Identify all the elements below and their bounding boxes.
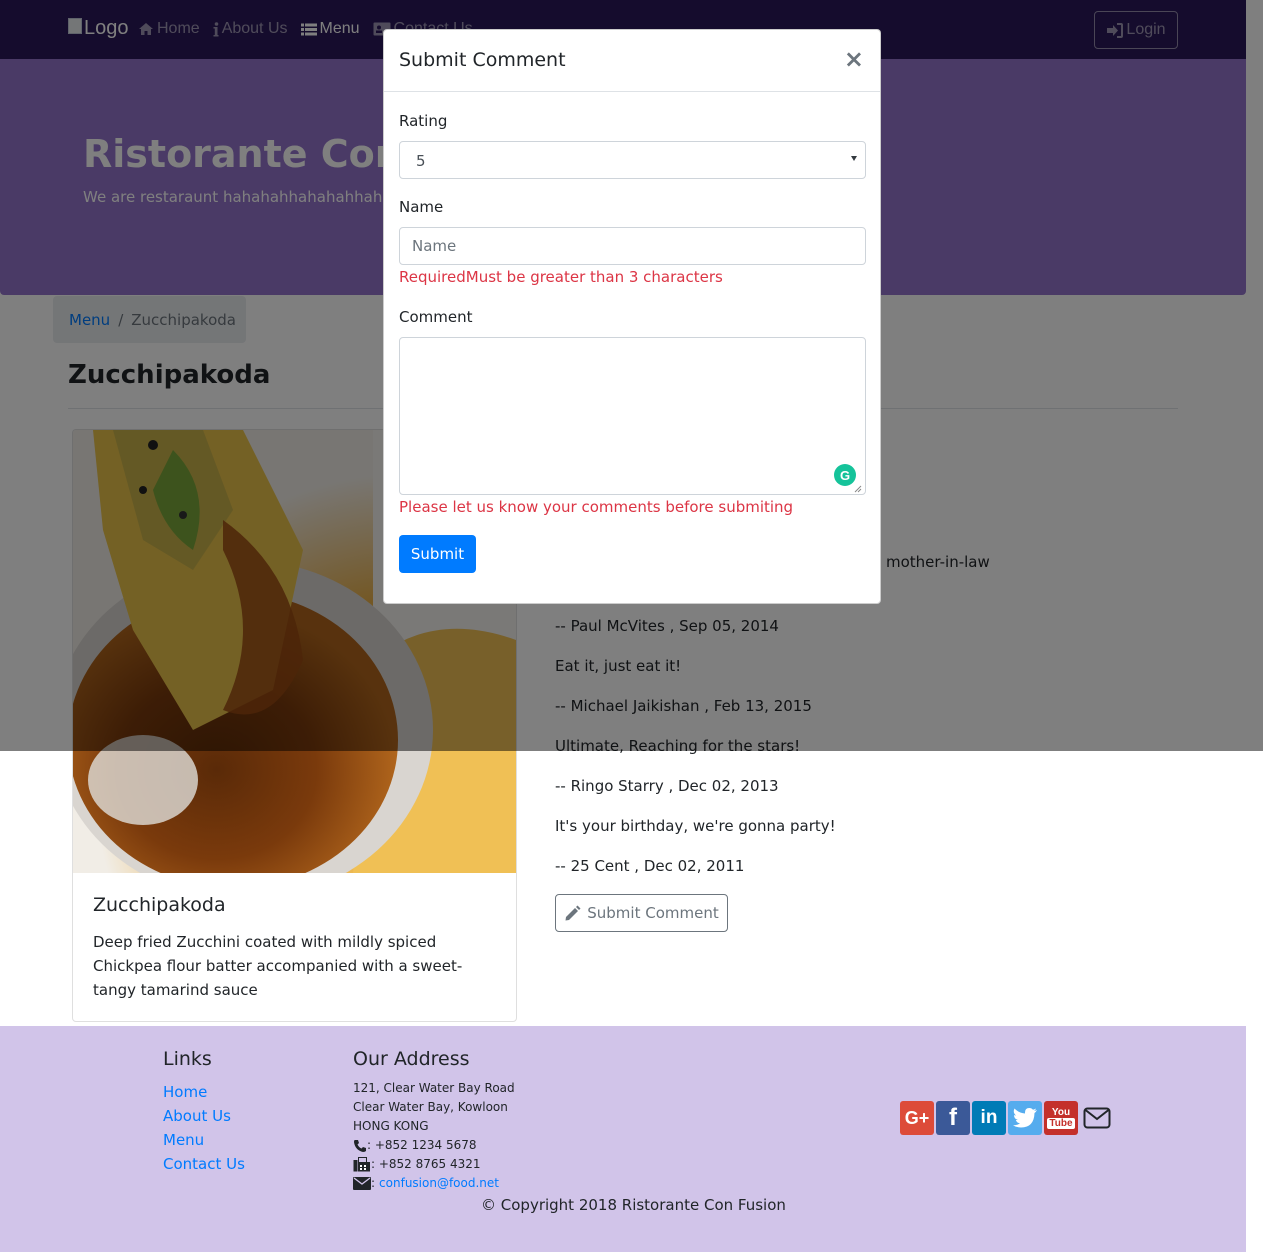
- rating-label: Rating: [399, 112, 448, 130]
- twitter-icon[interactable]: [1008, 1101, 1042, 1135]
- address-line: Clear Water Bay, Kowloon: [353, 1100, 508, 1114]
- close-icon[interactable]: ×: [844, 44, 864, 74]
- fax-row: : +852 8765 4321: [353, 1155, 515, 1174]
- google-plus-icon[interactable]: G+: [900, 1101, 934, 1135]
- name-label: Name: [399, 198, 444, 216]
- linkedin-icon[interactable]: in: [972, 1101, 1006, 1135]
- footer-link-home[interactable]: Home: [163, 1080, 245, 1104]
- copyright: © Copyright 2018 Ristorante Con Fusion: [481, 1196, 786, 1214]
- footer-links-heading: Links: [163, 1048, 212, 1070]
- modal-title: Submit Comment: [399, 49, 566, 71]
- rating-select[interactable]: 5: [399, 141, 866, 179]
- footer-link-menu[interactable]: Menu: [163, 1128, 245, 1152]
- fax-number: : +852 8765 4321: [371, 1157, 481, 1171]
- email-link[interactable]: confusion@food.net: [379, 1174, 499, 1193]
- mail-icon[interactable]: [1080, 1101, 1114, 1135]
- phone-row: : +852 1234 5678: [353, 1136, 515, 1155]
- comment-label: Comment: [399, 308, 473, 326]
- facebook-icon[interactable]: f: [936, 1101, 970, 1135]
- pencil-icon: [565, 905, 581, 920]
- footer-links: Home About Us Menu Contact Us: [163, 1080, 245, 1176]
- footer-link-about[interactable]: About Us: [163, 1104, 245, 1128]
- social-links: G+ f in You Tube: [900, 1101, 1114, 1135]
- rating-value: 5: [416, 152, 426, 170]
- address-line: HONG KONG: [353, 1119, 429, 1133]
- modal-header: Submit Comment ×: [384, 30, 880, 92]
- dish-name: Zucchipakoda: [93, 894, 226, 916]
- submit-button[interactable]: Submit: [399, 535, 476, 573]
- comment-error: Please let us know your comments before …: [399, 498, 794, 516]
- envelope-icon: [353, 1177, 371, 1190]
- fax-icon: [353, 1157, 370, 1172]
- comment-text: It's your birthday, we're gonna party!: [555, 817, 836, 835]
- submit-comment-modal: Submit Comment × Rating 5 Name RequiredM…: [383, 29, 881, 604]
- email-prefix: :: [371, 1176, 376, 1190]
- footer-link-contact[interactable]: Contact Us: [163, 1152, 245, 1176]
- chevron-down-icon: [851, 156, 857, 161]
- grammarly-icon[interactable]: G: [834, 464, 856, 486]
- submit-comment-button[interactable]: Submit Comment: [555, 894, 728, 932]
- email-row: : confusion@food.net: [353, 1174, 515, 1193]
- phone-icon: [354, 1139, 366, 1152]
- dish-description: Deep fried Zucchini coated with mildly s…: [93, 933, 463, 999]
- name-error: RequiredMust be greater than 3 character…: [399, 268, 723, 286]
- footer-address: 121, Clear Water Bay Road Clear Water Ba…: [353, 1079, 515, 1193]
- address-line: 121, Clear Water Bay Road: [353, 1081, 515, 1095]
- youtube-icon[interactable]: You Tube: [1044, 1101, 1078, 1135]
- comment-textarea[interactable]: [399, 337, 866, 495]
- comment-author: -- Ringo Starry , Dec 02, 2013: [555, 777, 779, 795]
- name-input[interactable]: [399, 227, 866, 265]
- comment-author: -- 25 Cent , Dec 02, 2011: [555, 857, 745, 875]
- submit-comment-label: Submit Comment: [587, 904, 719, 922]
- resize-handle-icon[interactable]: [854, 485, 862, 493]
- phone-number: : +852 1234 5678: [367, 1138, 477, 1152]
- footer-address-heading: Our Address: [353, 1048, 470, 1070]
